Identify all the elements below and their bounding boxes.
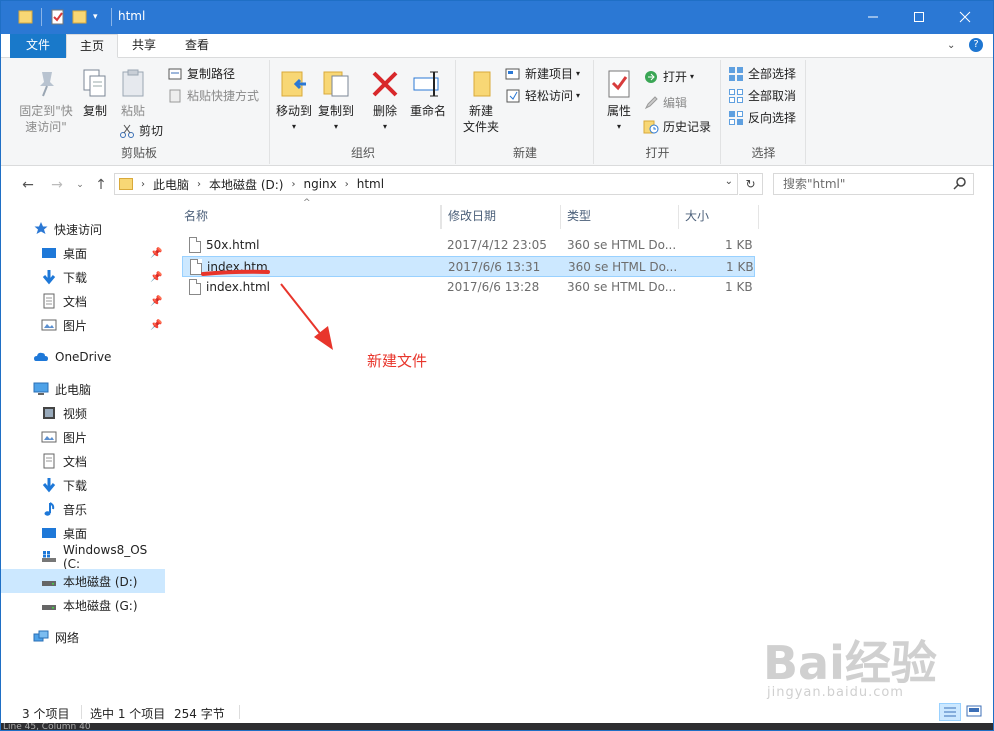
editor-status-strip: Line 45, Column 40 — [1, 723, 993, 730]
baidu-watermark: Bai经验 jingyan.baidu.com — [763, 627, 943, 700]
watermark-url: jingyan.baidu.com — [767, 685, 904, 700]
annotation-label: 新建文件 — [367, 352, 428, 370]
arrow-annotation — [280, 283, 327, 342]
selected-size: 254 字节 — [174, 707, 225, 721]
item-count: 3 个项目 — [22, 707, 70, 721]
large-icons-view-icon[interactable] — [964, 703, 986, 721]
explorer-window: ▾ html 文件 主页 共享 查看 ⌄ ? 固定到"快 速访问" 复制 粘贴 … — [0, 0, 994, 731]
selected-count: 选中 1 个项目 — [90, 707, 166, 721]
underline-annotation — [201, 269, 270, 276]
details-view-icon[interactable] — [939, 703, 961, 721]
watermark-main: Bai经验 — [763, 636, 937, 690]
status-bar: 3 个项目 选中 1 个项目 254 字节 — [1, 701, 993, 723]
annotation-overlay — [201, 269, 333, 350]
